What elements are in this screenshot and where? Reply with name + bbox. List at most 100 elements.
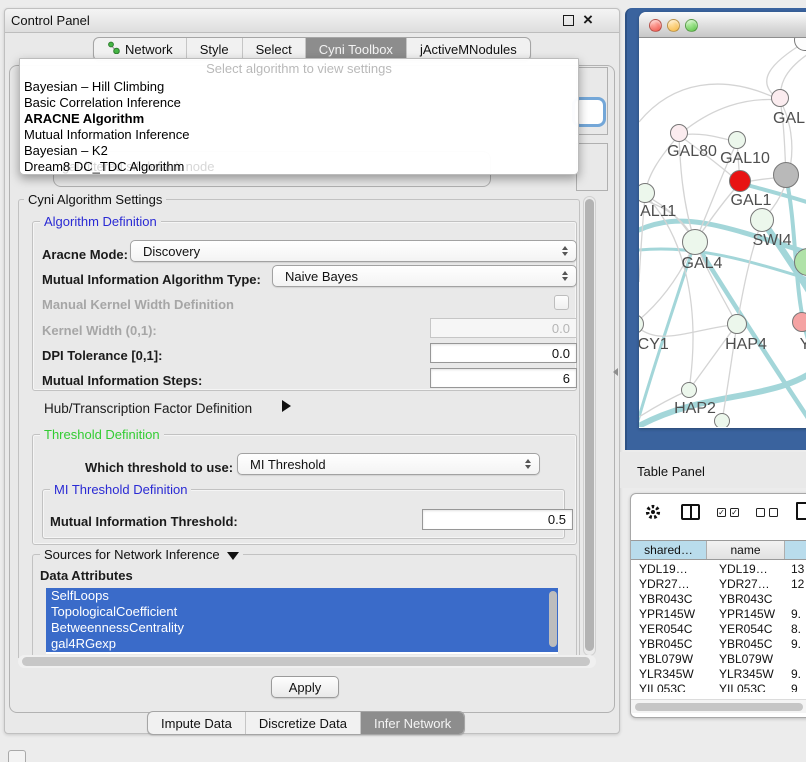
table-cell: YBL079W [631, 652, 707, 667]
aracne-mode-label: Aracne Mode: [42, 247, 128, 262]
split-pane-handle-icon[interactable] [613, 368, 618, 376]
tab-infer-network[interactable]: Infer Network [360, 712, 464, 734]
settings-horizontal-scrollbar[interactable] [18, 655, 596, 668]
settings-vertical-scrollbar[interactable] [583, 196, 596, 656]
network-node-hap4[interactable] [727, 314, 747, 334]
network-window-titlebar[interactable] [639, 12, 806, 38]
float-window-icon[interactable] [563, 15, 574, 26]
table-row[interactable]: YIL053CYIL053C9 [631, 682, 806, 692]
table-row[interactable]: YDR27…YDR27…12 [631, 577, 806, 592]
uncheck-all-icon[interactable] [756, 508, 765, 517]
network-node-gal10[interactable] [728, 131, 746, 149]
document-icon[interactable] [796, 502, 806, 520]
close-traffic-light[interactable] [649, 19, 662, 32]
table-row[interactable]: YBR045CYBR045C9. [631, 637, 806, 652]
algorithm-option[interactable]: Bayesian – K2 [20, 143, 578, 159]
tab-cyni-toolbox[interactable]: Cyni Toolbox [305, 38, 406, 60]
table-panel-window: ✓ ✓ shared… name YDL19…YDL19…13YDR27…YDR… [630, 493, 806, 718]
check-all-icon[interactable]: ✓ [717, 508, 726, 517]
tab-jactivemnodules[interactable]: jActiveMNodules [406, 38, 530, 60]
collapse-arrow-icon[interactable] [227, 552, 239, 560]
manual-kernel-width-checkbox[interactable] [554, 295, 569, 310]
dropdown-prompt: Select algorithm to view settings [20, 59, 578, 79]
obscured-groupbox-fragment [576, 143, 608, 191]
table-cell: YER054C [707, 622, 785, 637]
attributes-scrollbar[interactable] [549, 591, 557, 647]
tab-discretize-data[interactable]: Discretize Data [245, 712, 360, 734]
gear-icon[interactable] [643, 502, 663, 527]
network-node-gal4[interactable] [682, 229, 708, 255]
node-label: HAP4 [725, 336, 767, 354]
collapsed-panel-button[interactable] [8, 750, 26, 762]
algorithm-option[interactable]: Dream8 DC_TDC Algorithm [20, 159, 578, 175]
network-icon [107, 41, 120, 57]
attribute-item[interactable]: gal4RGexp [46, 636, 558, 652]
node-label: GAL4 [682, 255, 723, 273]
mi-threshold-input[interactable] [422, 509, 573, 530]
which-threshold-select[interactable]: MI Threshold [237, 453, 540, 475]
mi-threshold-label: Mutual Information Threshold: [50, 514, 238, 529]
dpi-tolerance-input[interactable] [430, 343, 577, 363]
close-icon[interactable]: × [583, 10, 593, 30]
algorithm-option[interactable]: Bayesian – Hill Climbing [20, 79, 578, 95]
sources-title[interactable]: Sources for Network Inference [40, 547, 243, 562]
mi-steps-input[interactable] [430, 368, 577, 388]
aracne-mode-select[interactable]: Discovery [130, 240, 577, 262]
uncheck-all-icon[interactable] [769, 508, 778, 517]
table-horizontal-scrollbar[interactable] [631, 699, 806, 713]
table-row[interactable]: YER054CYER054C8. [631, 622, 806, 637]
table-row[interactable]: YBL079WYBL079W [631, 652, 806, 667]
network-node-hap2[interactable] [681, 382, 697, 398]
table-cell: YDL19… [707, 562, 785, 577]
network-node[interactable] [773, 162, 799, 188]
network-node-gal[interactable] [771, 89, 789, 107]
mi-algorithm-type-label: Mutual Information Algorithm Type: [42, 272, 261, 287]
network-node-gal1[interactable] [729, 170, 751, 192]
network-node-gal80[interactable] [670, 124, 688, 142]
column-header[interactable] [785, 541, 806, 559]
apply-button[interactable]: Apply [271, 676, 339, 698]
network-node[interactable] [714, 413, 730, 427]
column-header[interactable]: shared… [631, 541, 707, 559]
tab-select[interactable]: Select [242, 38, 305, 60]
mi-algorithm-type-select[interactable]: Naive Bayes [272, 265, 577, 287]
table-cell: YER054C [631, 622, 707, 637]
algorithm-option[interactable]: Mutual Information Inference [20, 127, 578, 143]
mi-threshold-definition-title: MI Threshold Definition [50, 482, 191, 497]
zoom-traffic-light[interactable] [685, 19, 698, 32]
tab-label: Select [256, 42, 292, 57]
split-view-icon[interactable] [681, 504, 700, 520]
table-row[interactable]: YDL19…YDL19…13 [631, 562, 806, 577]
manual-kernel-width-label: Manual Kernel Width Definition [42, 297, 234, 312]
attribute-item[interactable]: BetweennessCentrality [46, 620, 558, 636]
expand-arrow-icon[interactable] [282, 400, 291, 412]
kernel-width-input[interactable] [430, 318, 577, 338]
hub-section-label[interactable]: Hub/Transcription Factor Definition [44, 401, 252, 416]
data-attributes-list[interactable]: SelfLoopsTopologicalCoefficientBetweenne… [46, 588, 558, 654]
network-canvas[interactable]: GALGAL80GAL10GAL1GAL11SWI4GAL4GCY1HAP4YH… [639, 38, 806, 427]
algorithm-option[interactable]: ARACNE Algorithm [20, 111, 578, 127]
table-panel-title: Table Panel [637, 464, 705, 479]
table-cell: YDL19… [631, 562, 707, 577]
table-row[interactable]: YLR345WYLR345W9. [631, 667, 806, 682]
table-cell: 9. [785, 607, 806, 622]
data-attributes-label: Data Attributes [40, 568, 133, 583]
table-cell: YBR045C [631, 637, 707, 652]
table-row[interactable]: YBR043CYBR043C [631, 592, 806, 607]
network-node-y[interactable] [792, 312, 806, 332]
tab-network[interactable]: Network [94, 38, 186, 60]
mi-steps-label: Mutual Information Steps: [42, 373, 202, 388]
tab-impute-data[interactable]: Impute Data [148, 712, 245, 734]
check-all-icon[interactable]: ✓ [730, 508, 739, 517]
tab-style[interactable]: Style [186, 38, 242, 60]
attribute-item[interactable]: SelfLoops [46, 588, 558, 604]
network-node-swi4[interactable] [750, 208, 774, 232]
node-label: GAL [773, 110, 805, 128]
algorithm-option[interactable]: Basic Correlation Inference [20, 95, 578, 111]
algorithm-definition-title: Algorithm Definition [40, 214, 161, 229]
attribute-item[interactable]: TopologicalCoefficient [46, 604, 558, 620]
table-row[interactable]: YPR145WYPR145W9. [631, 607, 806, 622]
column-header[interactable]: name [707, 541, 785, 559]
minimize-traffic-light[interactable] [667, 19, 680, 32]
algorithm-dropdown-popup: Select algorithm to view settings Bayesi… [19, 58, 579, 175]
